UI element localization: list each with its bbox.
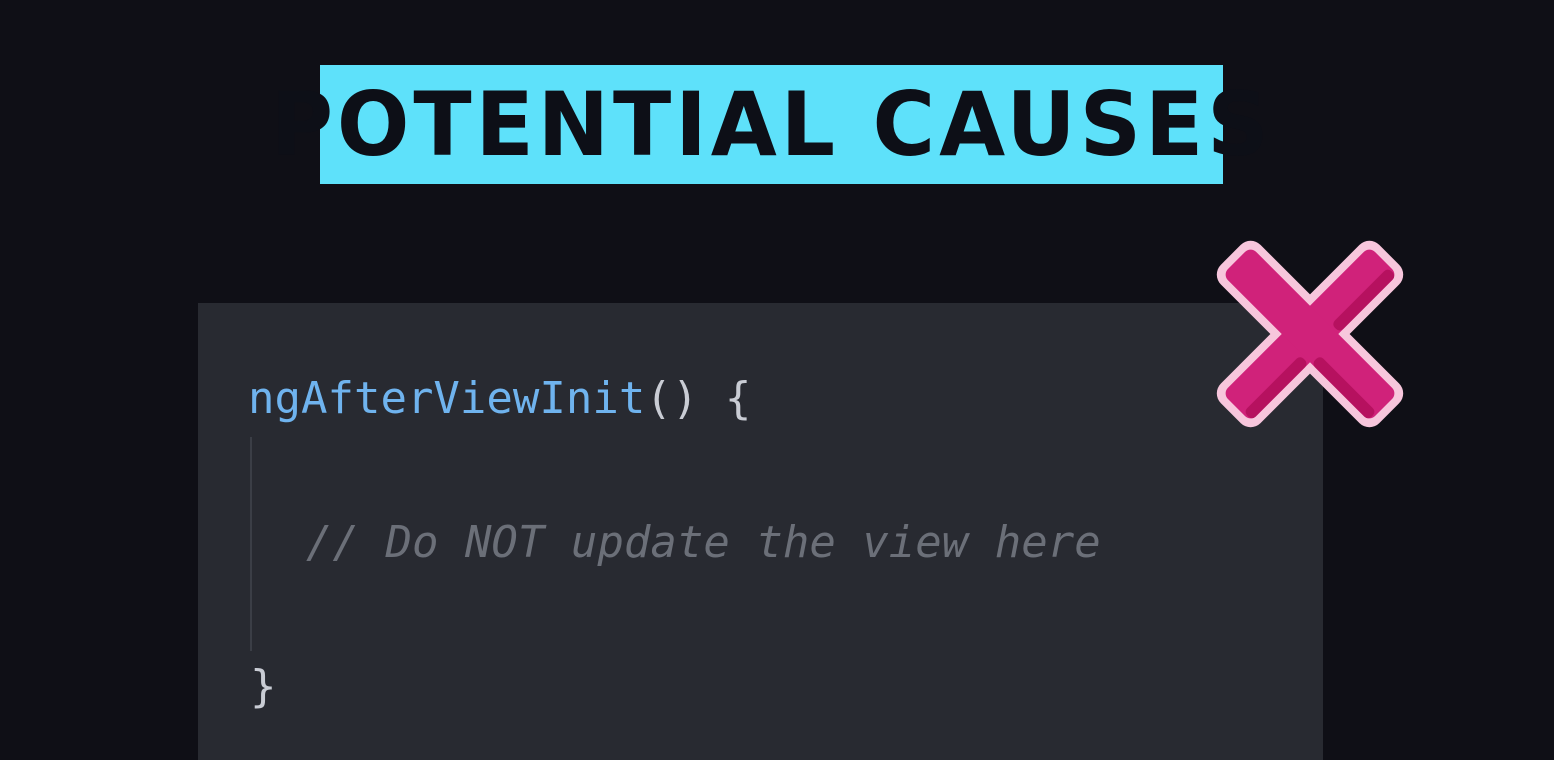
code-line-function: ngAfterViewInit() { — [248, 377, 751, 421]
code-comment: // Do NOT update the view here — [306, 517, 1101, 568]
code-panel: ngAfterViewInit() { // Do NOT update the… — [198, 303, 1323, 760]
x-mark-icon — [1216, 240, 1404, 428]
function-name: ngAfterViewInit — [248, 373, 646, 424]
open-brace: { — [698, 373, 752, 424]
title-banner: POTENTIAL CAUSES — [270, 65, 1269, 184]
slide: POTENTIAL CAUSES ngAfterViewInit() { // … — [0, 0, 1554, 760]
indent-guide — [250, 437, 252, 651]
slide-title: POTENTIAL CAUSES — [270, 72, 1273, 176]
function-parens: () — [645, 373, 699, 424]
close-brace: } — [250, 661, 277, 712]
